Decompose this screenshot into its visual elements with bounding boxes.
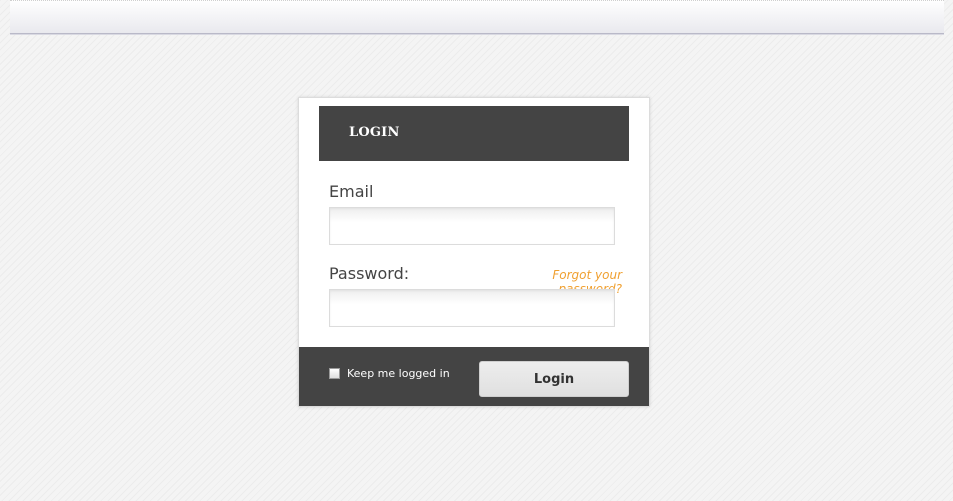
login-title: LOGIN bbox=[349, 125, 400, 140]
remember-label: Keep me logged in bbox=[347, 367, 450, 380]
remember-checkbox[interactable] bbox=[329, 368, 340, 379]
login-button[interactable]: Login bbox=[479, 361, 629, 397]
login-footer: Keep me logged in Login bbox=[299, 347, 649, 406]
remember-me[interactable]: Keep me logged in bbox=[329, 367, 450, 380]
top-bar bbox=[10, 0, 944, 34]
password-label: Password: bbox=[329, 264, 410, 283]
email-label: Email bbox=[329, 182, 374, 201]
login-header: LOGIN bbox=[319, 106, 629, 161]
password-input[interactable] bbox=[329, 289, 615, 327]
top-bar-divider bbox=[10, 0, 944, 2]
login-panel: LOGIN Email Password: Forgot your passwo… bbox=[298, 97, 650, 407]
email-input[interactable] bbox=[329, 207, 615, 245]
